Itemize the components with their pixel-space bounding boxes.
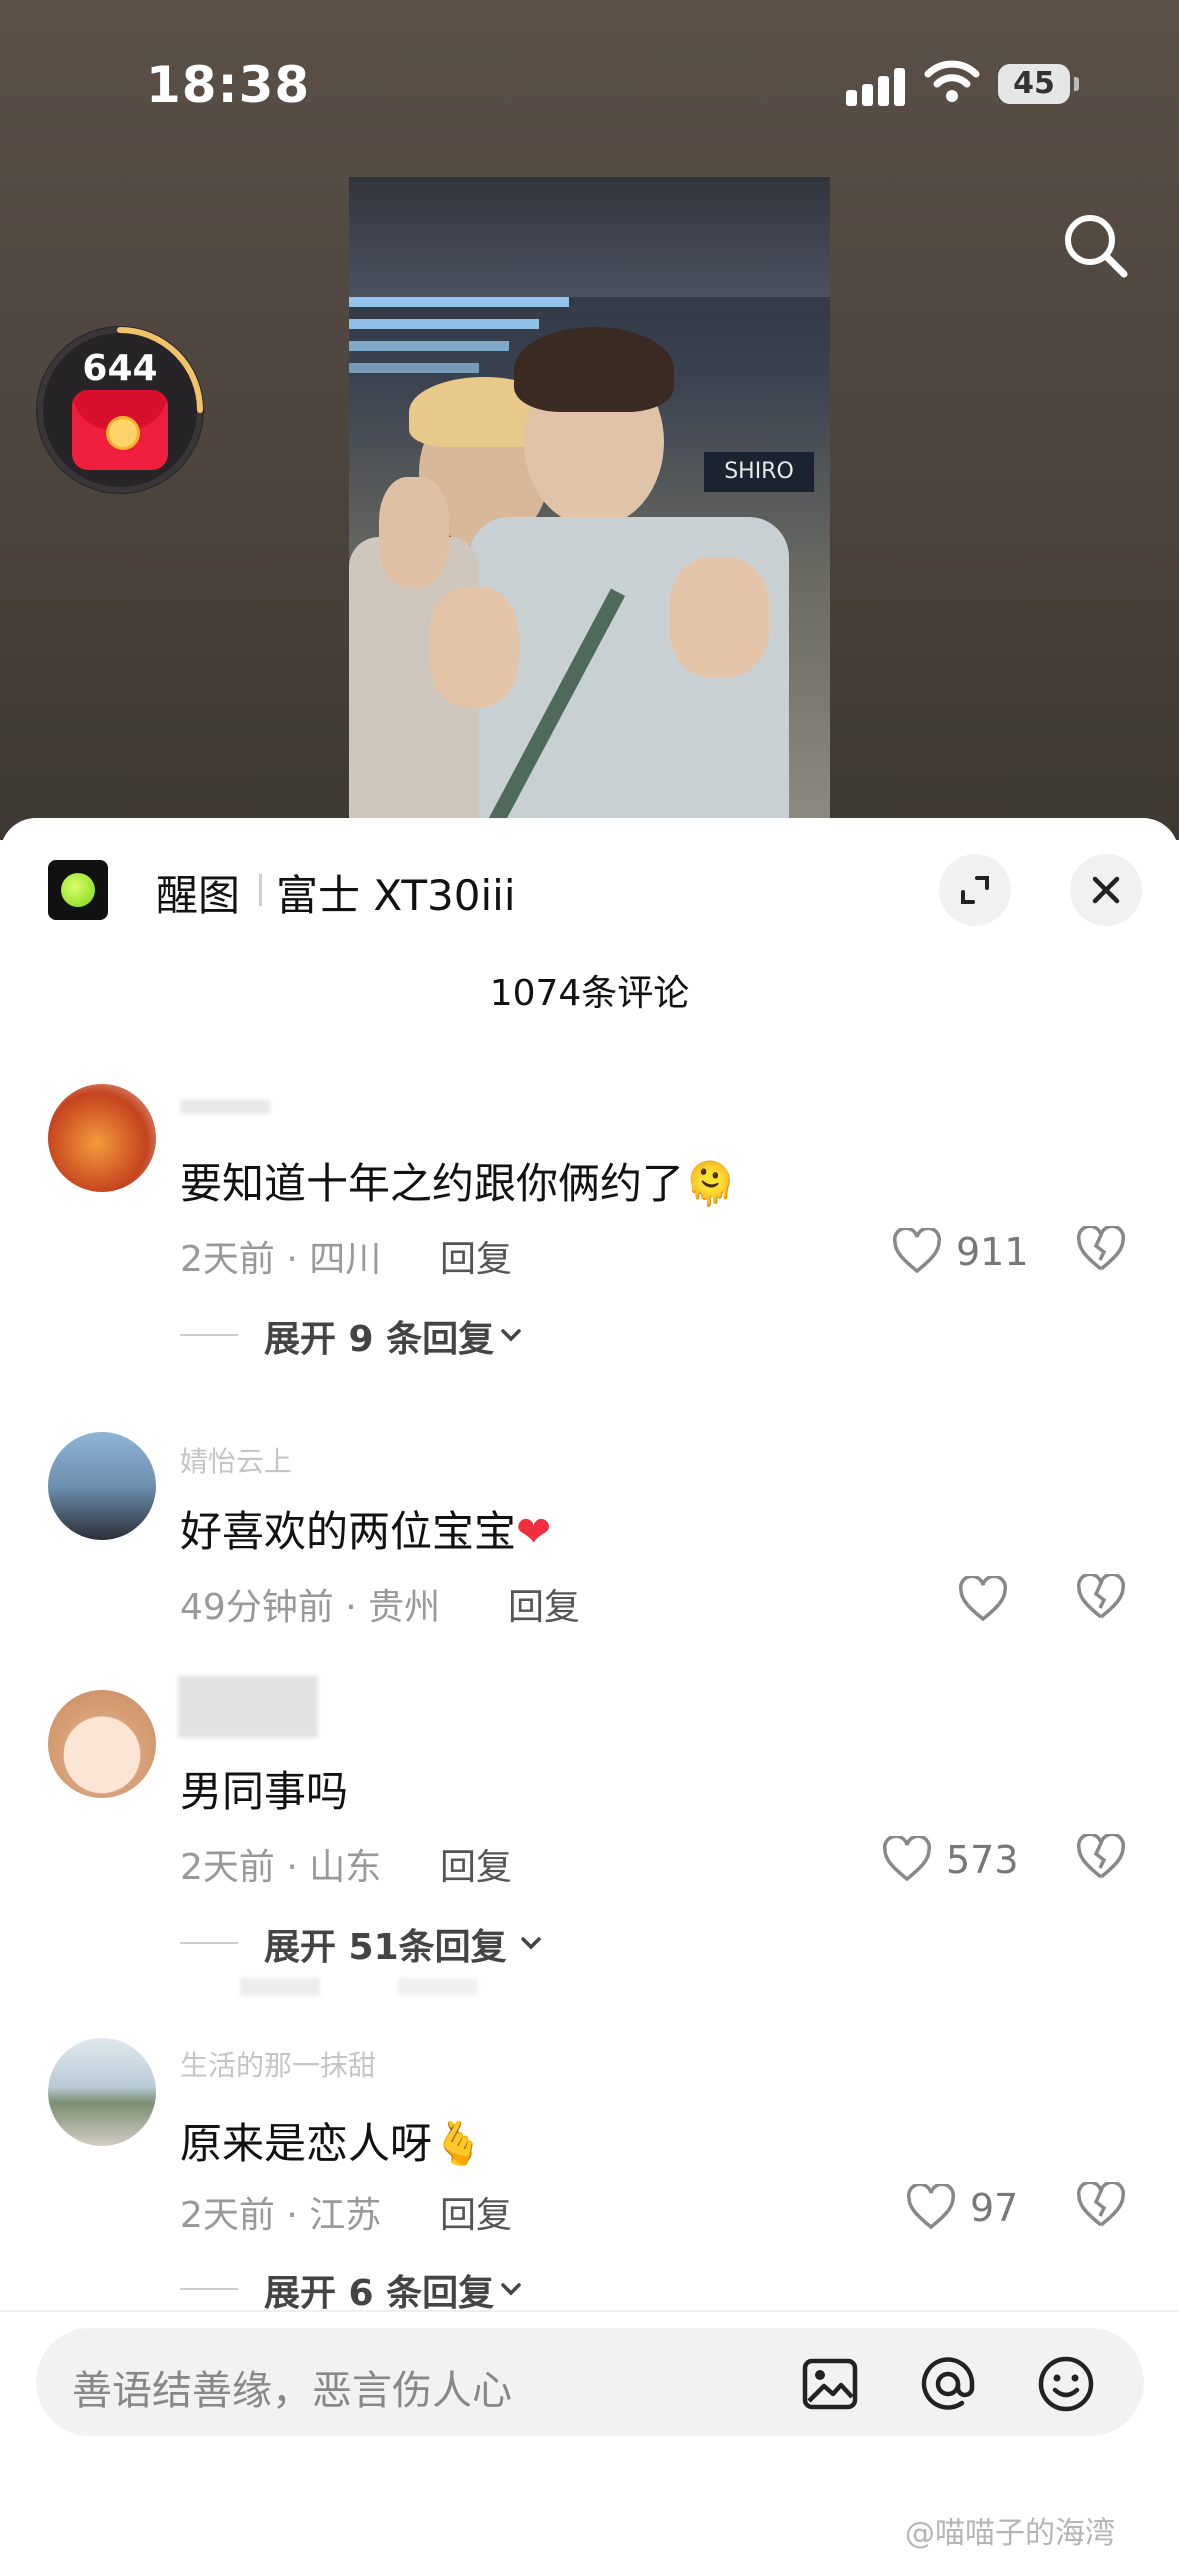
blurred-fragment: [398, 1978, 478, 1996]
hand-center: [429, 587, 519, 707]
comment-meta: 49分钟前 · 贵州: [180, 1587, 441, 1628]
heart-icon: [958, 1576, 1008, 1622]
avatar[interactable]: [48, 1690, 156, 1798]
username[interactable]: 婧怡云上: [180, 1440, 292, 1480]
reply-button[interactable]: 回复: [508, 1578, 580, 1630]
emoji: 🫰: [432, 2119, 485, 2168]
person-right-hair: [514, 327, 674, 412]
blurred-fragment: [240, 1978, 320, 1996]
xingtu-app-logo[interactable]: [48, 860, 108, 920]
heart-icon: [906, 2184, 956, 2230]
avatar[interactable]: [48, 2038, 156, 2146]
red-heart-emoji: ❤: [516, 1507, 552, 1556]
comment-meta: 2天前 · 江苏: [180, 2195, 382, 2236]
app-name[interactable]: 醒图: [156, 862, 240, 923]
dislike-button[interactable]: [1076, 1572, 1132, 1628]
battery-nub: [1074, 77, 1079, 91]
dislike-button[interactable]: [1076, 2180, 1132, 2236]
red-envelope-icon: [72, 390, 168, 470]
expand-replies[interactable]: 展开 6 条回复: [180, 2264, 580, 2314]
watermark: @喵喵子的海湾: [905, 2516, 1115, 2551]
comment-text-body: 好喜欢的两位宝宝: [180, 1507, 517, 1556]
expand-button[interactable]: [939, 854, 1011, 926]
reply-button[interactable]: 回复: [440, 1230, 512, 1282]
expand-replies[interactable]: 展开 51条回复: [180, 1918, 600, 1968]
like-button[interactable]: 911: [892, 1226, 1029, 1280]
chevron-down-icon: [521, 1937, 541, 1950]
expand-replies-label: 展开 6 条回复: [264, 2273, 495, 2314]
heart-icon: [892, 1228, 942, 1274]
status-time: 18:38: [146, 56, 311, 114]
expand-replies[interactable]: 展开 9 条回复: [180, 1310, 580, 1360]
username[interactable]: 生活的那一抹甜: [180, 2044, 376, 2084]
comment-sheet: 醒图 富士 XT30iii: [0, 818, 1179, 2556]
expand-replies-label: 展开 9 条回复: [264, 1319, 495, 1360]
reply-button[interactable]: 回复: [440, 1838, 512, 1890]
dislike-button[interactable]: [1076, 1832, 1132, 1888]
wifi-icon: [924, 60, 980, 108]
comment-input-placeholder: 善语结善缘，恶言伤人心: [72, 2368, 512, 2414]
divider: [259, 874, 262, 906]
red-packet-button[interactable]: 644: [36, 326, 204, 494]
comment-count: 1074条评论: [489, 973, 690, 1014]
like-count: 573: [946, 1838, 1019, 1882]
chevron-down-icon: [501, 2283, 521, 2296]
emoji: 🫠: [684, 1159, 737, 1208]
close-button[interactable]: [1070, 854, 1142, 926]
blurred-username: [180, 1100, 270, 1114]
avatar[interactable]: [48, 1432, 156, 1540]
like-count: 911: [956, 1230, 1029, 1274]
image-icon[interactable]: [800, 2354, 860, 2414]
comment-text: 要知道十年之约跟你俩约了🫠: [180, 1150, 736, 1211]
like-button[interactable]: 97: [906, 2182, 1022, 2236]
chevron-down-icon: [501, 1329, 521, 1342]
post-photo[interactable]: SHIRO: [349, 177, 830, 840]
comment-text-body: 要知道十年之约跟你俩约了: [180, 1159, 685, 1208]
camera-model[interactable]: 富士 XT30iii: [276, 862, 516, 923]
like-button[interactable]: 573: [882, 1834, 1022, 1888]
comment-meta: 2天前 · 山东: [180, 1847, 382, 1888]
dislike-button[interactable]: [1076, 1224, 1132, 1280]
comment-text-body: 原来是恋人呀: [180, 2119, 433, 2168]
avatar[interactable]: [48, 1084, 156, 1192]
broken-heart-icon: [1076, 1832, 1126, 1879]
at-mention-icon[interactable]: [918, 2354, 978, 2414]
emoji-icon[interactable]: [1036, 2354, 1096, 2414]
close-icon: [1092, 876, 1120, 904]
expand-divider: [180, 1942, 238, 1944]
like-button[interactable]: [958, 1574, 1018, 1628]
heart-icon: [882, 1836, 932, 1882]
like-count: 97: [970, 2186, 1019, 2230]
reply-button[interactable]: 回复: [440, 2186, 512, 2238]
comment-text: 原来是恋人呀🫰: [180, 2110, 484, 2171]
battery-indicator: 45: [998, 64, 1070, 104]
blurred-username: [178, 1676, 318, 1738]
expand-divider: [180, 1334, 238, 1336]
broken-heart-icon: [1076, 2180, 1126, 2227]
cellular-signal-icon: [846, 66, 906, 106]
expand-divider: [180, 2288, 238, 2290]
comment-text: 男同事吗: [180, 1758, 348, 1819]
hand-left: [379, 477, 449, 587]
expand-replies-label: 展开 51条回复: [264, 1927, 507, 1968]
red-packet-count: 644: [82, 348, 158, 389]
broken-heart-icon: [1076, 1224, 1126, 1271]
comment-text-body: 男同事吗: [180, 1767, 349, 1816]
comment-text: 好喜欢的两位宝宝❤: [180, 1498, 551, 1559]
expand-icon: [961, 876, 989, 904]
comment-input[interactable]: 善语结善缘，恶言伤人心: [36, 2328, 1144, 2436]
hand-right: [669, 557, 769, 677]
broken-heart-icon: [1076, 1572, 1126, 1619]
search-icon[interactable]: [1058, 208, 1134, 284]
comment-meta: 2天前 · 四川: [180, 1239, 382, 1280]
store-sign: SHIRO: [704, 452, 814, 492]
